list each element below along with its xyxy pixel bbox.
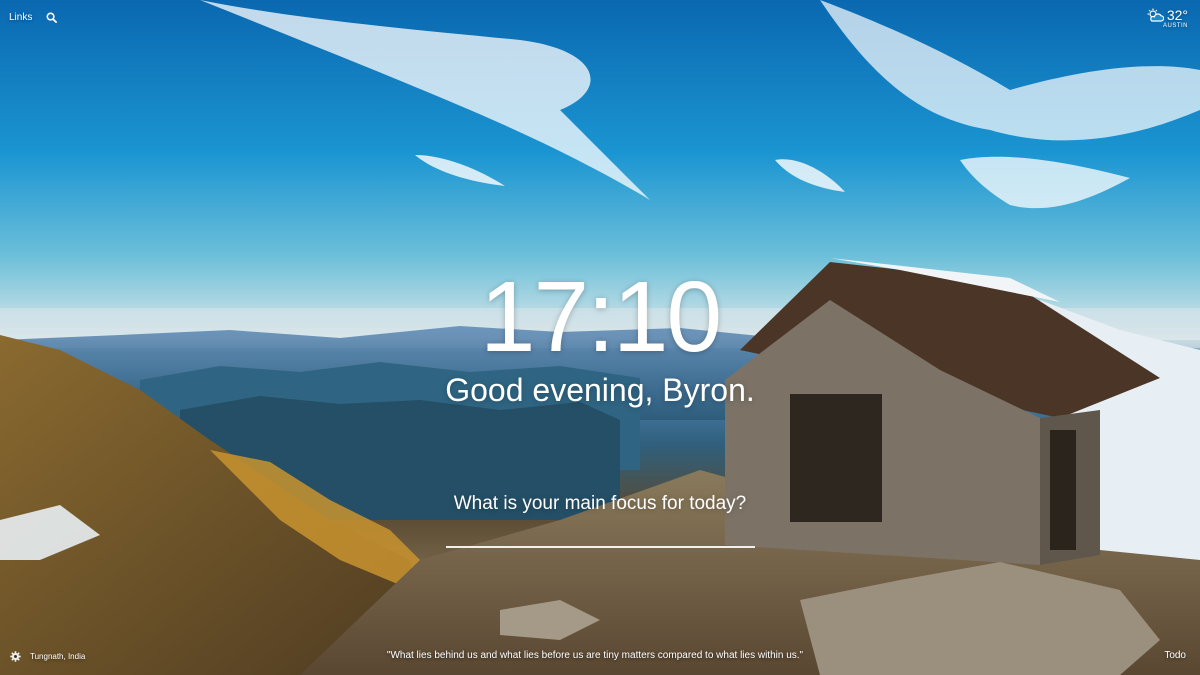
search-icon[interactable] [46, 12, 58, 23]
top-left-bar: Links [9, 12, 58, 23]
focus-input[interactable] [446, 526, 755, 548]
weather-row: 32° [1147, 7, 1188, 23]
weather-location: AUSTIN [1162, 23, 1188, 29]
daily-quote[interactable]: "What lies behind us and what lies befor… [0, 650, 1190, 661]
background-stage: Links 32° AUSTIN 17:10 Good evening, Byr… [0, 0, 1200, 675]
links-button[interactable]: Links [9, 12, 32, 23]
weather-widget[interactable]: 32° AUSTIN [1147, 7, 1188, 29]
focus-prompt: What is your main focus for today? [453, 493, 747, 514]
clock-time: 17:10 [479, 261, 722, 373]
weather-temperature: 32° [1166, 7, 1188, 23]
greeting-text: Good evening, Byron. [445, 372, 755, 408]
partly-cloudy-icon [1147, 8, 1164, 22]
todo-button[interactable]: Todo [1164, 650, 1186, 661]
